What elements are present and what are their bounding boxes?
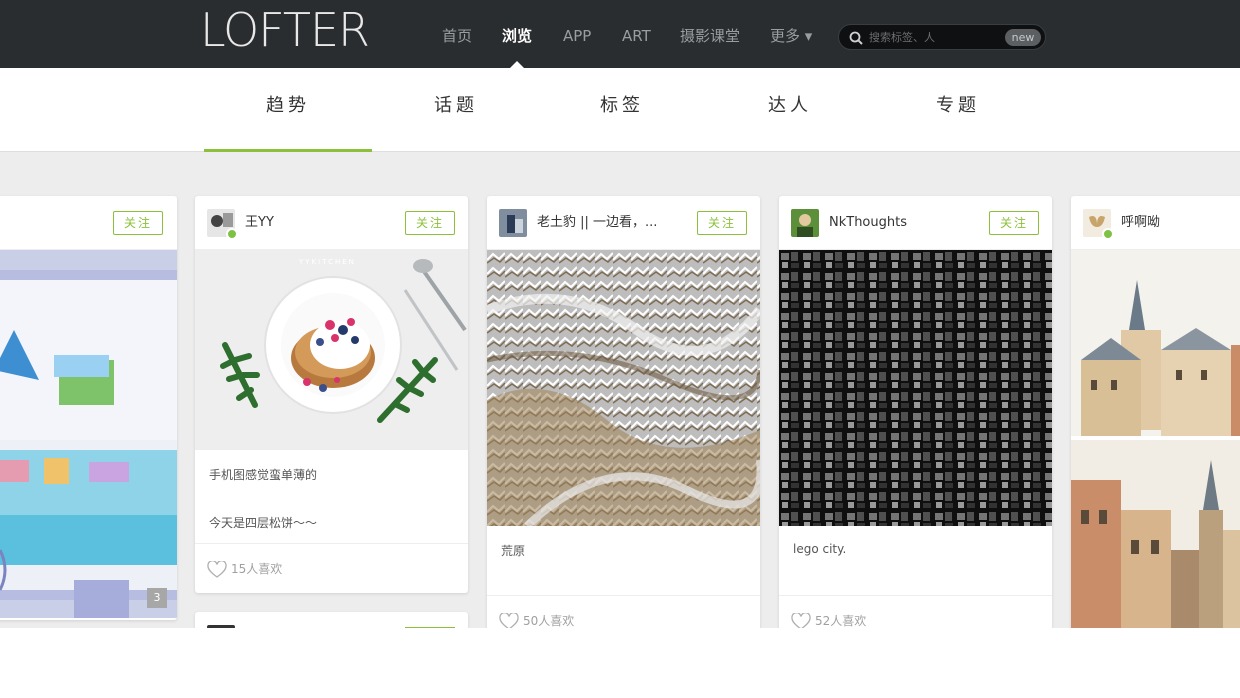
tab-topic[interactable]: 话题 <box>372 68 540 152</box>
likes-count[interactable]: 15人喜欢 <box>207 559 283 579</box>
post-image[interactable] <box>779 250 1052 526</box>
post-text: 今天是四层松饼～～ <box>209 516 318 530</box>
page-bottom-area <box>0 628 1240 698</box>
nav-photo-class[interactable]: 摄影课堂 <box>680 24 740 48</box>
post-card[interactable]: 老土豹 || 一边看，... 关注 荒原 50人喜欢 <box>487 196 760 628</box>
post-text: 手机图感觉蛮单薄的 <box>209 468 318 482</box>
post-card-header: 王YY 关注 <box>195 196 468 250</box>
tab-tag[interactable]: 标签 <box>538 68 706 152</box>
post-card[interactable] <box>195 612 468 628</box>
tab-special[interactable]: 专题 <box>874 68 1042 152</box>
nav-home[interactable]: 首页 <box>442 24 472 48</box>
author-name[interactable]: 呼啊呦 <box>1121 196 1160 250</box>
post-card[interactable]: 王YY 关注 YYKITCHEN 手机图感觉蛮单薄的 今天是四层松饼～～ 15人… <box>195 196 468 593</box>
lofter-logo[interactable]: LOFTER <box>200 4 370 56</box>
search-box[interactable]: 搜索标签、人 new <box>838 24 1046 50</box>
likes-label: 50人喜欢 <box>523 614 575 628</box>
active-nav-indicator <box>510 61 524 68</box>
post-image[interactable] <box>487 250 760 526</box>
follow-button[interactable]: 关注 <box>697 211 747 235</box>
heart-icon <box>499 611 519 628</box>
follow-button[interactable]: 关注 <box>113 211 163 235</box>
post-card-header: 呼啊呦 <box>1071 196 1240 250</box>
post-card[interactable]: 呼啊呦 <box>1071 196 1240 628</box>
post-feed: 关注 3 王YY 关注 YYKITCHEN 手机图感觉蛮单薄的 今天是四层松饼～… <box>0 152 1240 628</box>
online-indicator <box>1102 228 1114 240</box>
tab-talent[interactable]: 达人 <box>706 68 874 152</box>
top-navigation-bar: LOFTER 首页 浏览 APP ART 摄影课堂 更多 ▾ 搜索标签、人 ne… <box>0 0 1240 68</box>
divider <box>195 543 468 544</box>
search-icon <box>849 31 863 45</box>
post-card[interactable]: NkThoughts 关注 lego city. 52人喜欢 <box>779 196 1052 628</box>
sub-navigation: 趋势 话题 标签 达人 专题 <box>0 68 1240 152</box>
image-count-badge: 3 <box>147 588 167 608</box>
author-name[interactable]: 老土豹 || 一边看，... <box>537 196 657 250</box>
nav-more[interactable]: 更多 ▾ <box>770 24 812 48</box>
post-card-header: 关注 <box>0 196 177 250</box>
post-card-header: 老土豹 || 一边看，... 关注 <box>487 196 760 250</box>
avatar[interactable] <box>499 209 527 237</box>
avatar[interactable] <box>791 209 819 237</box>
notebook-illustration-image <box>0 250 177 618</box>
post-card-header: NkThoughts 关注 <box>779 196 1052 250</box>
tab-trend[interactable]: 趋势 <box>204 68 372 152</box>
divider <box>487 595 760 596</box>
post-card[interactable]: 关注 3 <box>0 196 177 620</box>
author-name[interactable]: NkThoughts <box>829 196 907 250</box>
town-watercolor-image <box>1071 440 1240 628</box>
wasteland-aerial-image <box>487 250 760 526</box>
likes-label: 52人喜欢 <box>815 614 867 628</box>
castle-watercolor-image <box>1071 250 1240 436</box>
nav-browse[interactable]: 浏览 <box>502 24 532 48</box>
likes-count[interactable]: 52人喜欢 <box>791 611 867 628</box>
author-name[interactable]: 王YY <box>245 196 274 250</box>
pancake-photo-image: YYKITCHEN <box>195 250 468 450</box>
follow-button[interactable]: 关注 <box>989 211 1039 235</box>
heart-icon <box>791 611 811 628</box>
new-badge: new <box>1005 29 1041 46</box>
divider <box>779 595 1052 596</box>
post-text: lego city. <box>793 542 847 556</box>
likes-label: 15人喜欢 <box>231 562 283 576</box>
city-aerial-image <box>779 250 1052 526</box>
search-placeholder: 搜索标签、人 <box>869 31 935 44</box>
follow-button[interactable]: 关注 <box>405 211 455 235</box>
nav-app[interactable]: APP <box>563 24 591 48</box>
post-text: 荒原 <box>501 544 526 558</box>
nav-art[interactable]: ART <box>622 24 651 48</box>
image-watermark: YYKITCHEN <box>298 258 356 266</box>
online-indicator <box>226 228 238 240</box>
post-image[interactable] <box>1071 440 1240 628</box>
heart-icon <box>207 559 227 578</box>
likes-count[interactable]: 50人喜欢 <box>499 611 575 628</box>
post-image[interactable]: 3 <box>0 250 177 618</box>
post-image[interactable]: YYKITCHEN <box>195 250 468 450</box>
post-image[interactable] <box>1071 250 1240 436</box>
